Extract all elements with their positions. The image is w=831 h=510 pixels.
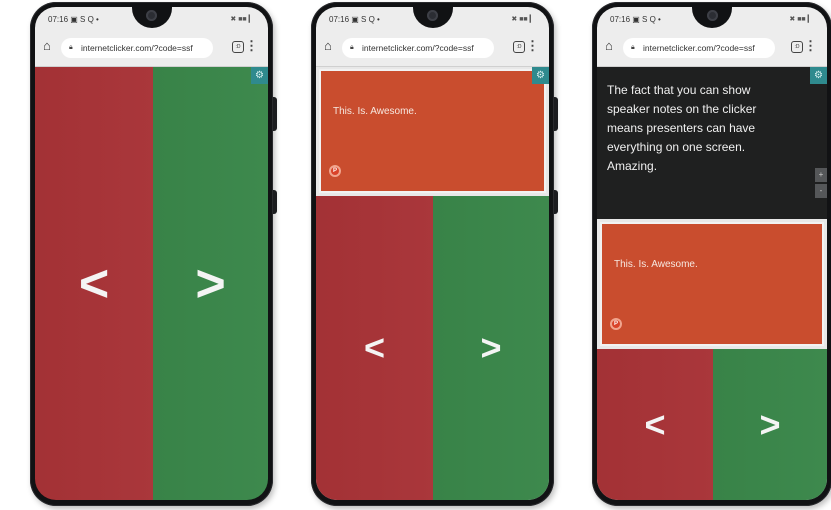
previous-chevron-icon: <	[363, 327, 386, 368]
zoom-in-button[interactable]: +	[815, 168, 827, 182]
home-icon[interactable]: ⌂	[324, 39, 338, 53]
previous-chevron-icon: <	[644, 403, 666, 445]
next-slide-button[interactable]: >	[153, 67, 268, 500]
status-time: 07:16 ▣ S Q •	[610, 15, 661, 24]
status-time: 07:16 ▣ S Q •	[329, 15, 380, 24]
next-slide-button[interactable]: >	[433, 196, 549, 500]
status-system-icons: ✖ ■■ ▎	[230, 16, 254, 23]
url-text: internetclicker.com/?code=ssf	[362, 43, 474, 53]
url-text: internetclicker.com/?code=ssf	[643, 43, 755, 53]
clicker-content: This. Is. Awesome. P < > ⚙	[316, 67, 549, 500]
phone-mockup-3: 07:16 ▣ S Q • ✖ ■■ ▎ ⌂ 🔒︎ internetclicke…	[592, 2, 831, 506]
previous-slide-button[interactable]: <	[597, 349, 713, 500]
slide-preview: This. Is. Awesome. P	[319, 69, 546, 193]
camera-icon	[146, 10, 157, 21]
previous-slide-button[interactable]: <	[316, 196, 433, 500]
phone-mockup-1: 07:16 ▣ S Q • ✖ ■■ ▎ ⌂ 🔒︎ internetclicke…	[30, 2, 277, 506]
url-text: internetclicker.com/?code=ssf	[81, 43, 193, 53]
next-chevron-icon: >	[195, 254, 226, 313]
previous-slide-button[interactable]: <	[35, 67, 153, 500]
powerpoint-icon: P	[610, 318, 622, 330]
side-button	[273, 97, 277, 131]
previous-chevron-icon: <	[78, 254, 110, 313]
tabs-icon[interactable]: :D	[513, 41, 525, 53]
address-bar[interactable]: 🔒︎ internetclicker.com/?code=ssf	[61, 38, 213, 58]
status-system-icons: ✖ ■■ ▎	[789, 16, 813, 23]
more-menu-icon[interactable]: ⋮	[804, 38, 817, 54]
next-chevron-icon: >	[759, 403, 781, 445]
address-bar[interactable]: 🔒︎ internetclicker.com/?code=ssf	[623, 38, 775, 58]
phone-screen: 07:16 ▣ S Q • ✖ ■■ ▎ ⌂ 🔒︎ internetclicke…	[316, 7, 549, 500]
more-menu-icon[interactable]: ⋮	[526, 38, 539, 54]
more-menu-icon[interactable]: ⋮	[245, 38, 258, 54]
lock-icon: 🔒︎	[631, 44, 635, 51]
address-bar[interactable]: 🔒︎ internetclicker.com/?code=ssf	[342, 38, 494, 58]
browser-toolbar: ⌂ 🔒︎ internetclicker.com/?code=ssf :D ⋮	[316, 32, 549, 67]
camera-icon	[427, 10, 438, 21]
side-button	[554, 190, 558, 214]
tabs-icon[interactable]: :D	[791, 41, 803, 53]
browser-toolbar: ⌂ 🔒︎ internetclicker.com/?code=ssf :D ⋮	[35, 32, 268, 67]
slide-text: This. Is. Awesome.	[333, 106, 417, 117]
phone-screen: 07:16 ▣ S Q • ✖ ■■ ▎ ⌂ 🔒︎ internetclicke…	[597, 7, 827, 500]
powerpoint-icon: P	[329, 165, 341, 177]
zoom-out-button[interactable]: -	[815, 184, 827, 198]
phone-screen: 07:16 ▣ S Q • ✖ ■■ ▎ ⌂ 🔒︎ internetclicke…	[35, 7, 268, 500]
tabs-icon[interactable]: :D	[232, 41, 244, 53]
status-system-icons: ✖ ■■ ▎	[511, 16, 535, 23]
settings-gear-icon[interactable]: ⚙	[532, 67, 549, 84]
speaker-notes-panel: The fact that you can show speaker notes…	[597, 67, 827, 219]
lock-icon: 🔒︎	[69, 44, 73, 51]
next-chevron-icon: >	[480, 327, 502, 368]
phone-mockup-2: 07:16 ▣ S Q • ✖ ■■ ▎ ⌂ 🔒︎ internetclicke…	[311, 2, 558, 506]
lock-icon: 🔒︎	[350, 44, 354, 51]
next-slide-button[interactable]: >	[713, 349, 827, 500]
camera-icon	[706, 10, 718, 21]
home-icon[interactable]: ⌂	[43, 39, 57, 53]
clicker-content: < > ⚙	[35, 67, 268, 500]
browser-toolbar: ⌂ 🔒︎ internetclicker.com/?code=ssf :D ⋮	[597, 32, 827, 67]
slide-text: This. Is. Awesome.	[614, 259, 698, 270]
side-button	[273, 190, 277, 214]
clicker-content: The fact that you can show speaker notes…	[597, 67, 827, 500]
settings-gear-icon[interactable]: ⚙	[810, 67, 827, 84]
slide-preview: This. Is. Awesome. P	[600, 222, 824, 346]
status-time: 07:16 ▣ S Q •	[48, 15, 99, 24]
side-button	[554, 97, 558, 131]
home-icon[interactable]: ⌂	[605, 39, 619, 53]
speaker-notes-text: The fact that you can show speaker notes…	[607, 83, 757, 173]
settings-gear-icon[interactable]: ⚙	[251, 67, 268, 84]
